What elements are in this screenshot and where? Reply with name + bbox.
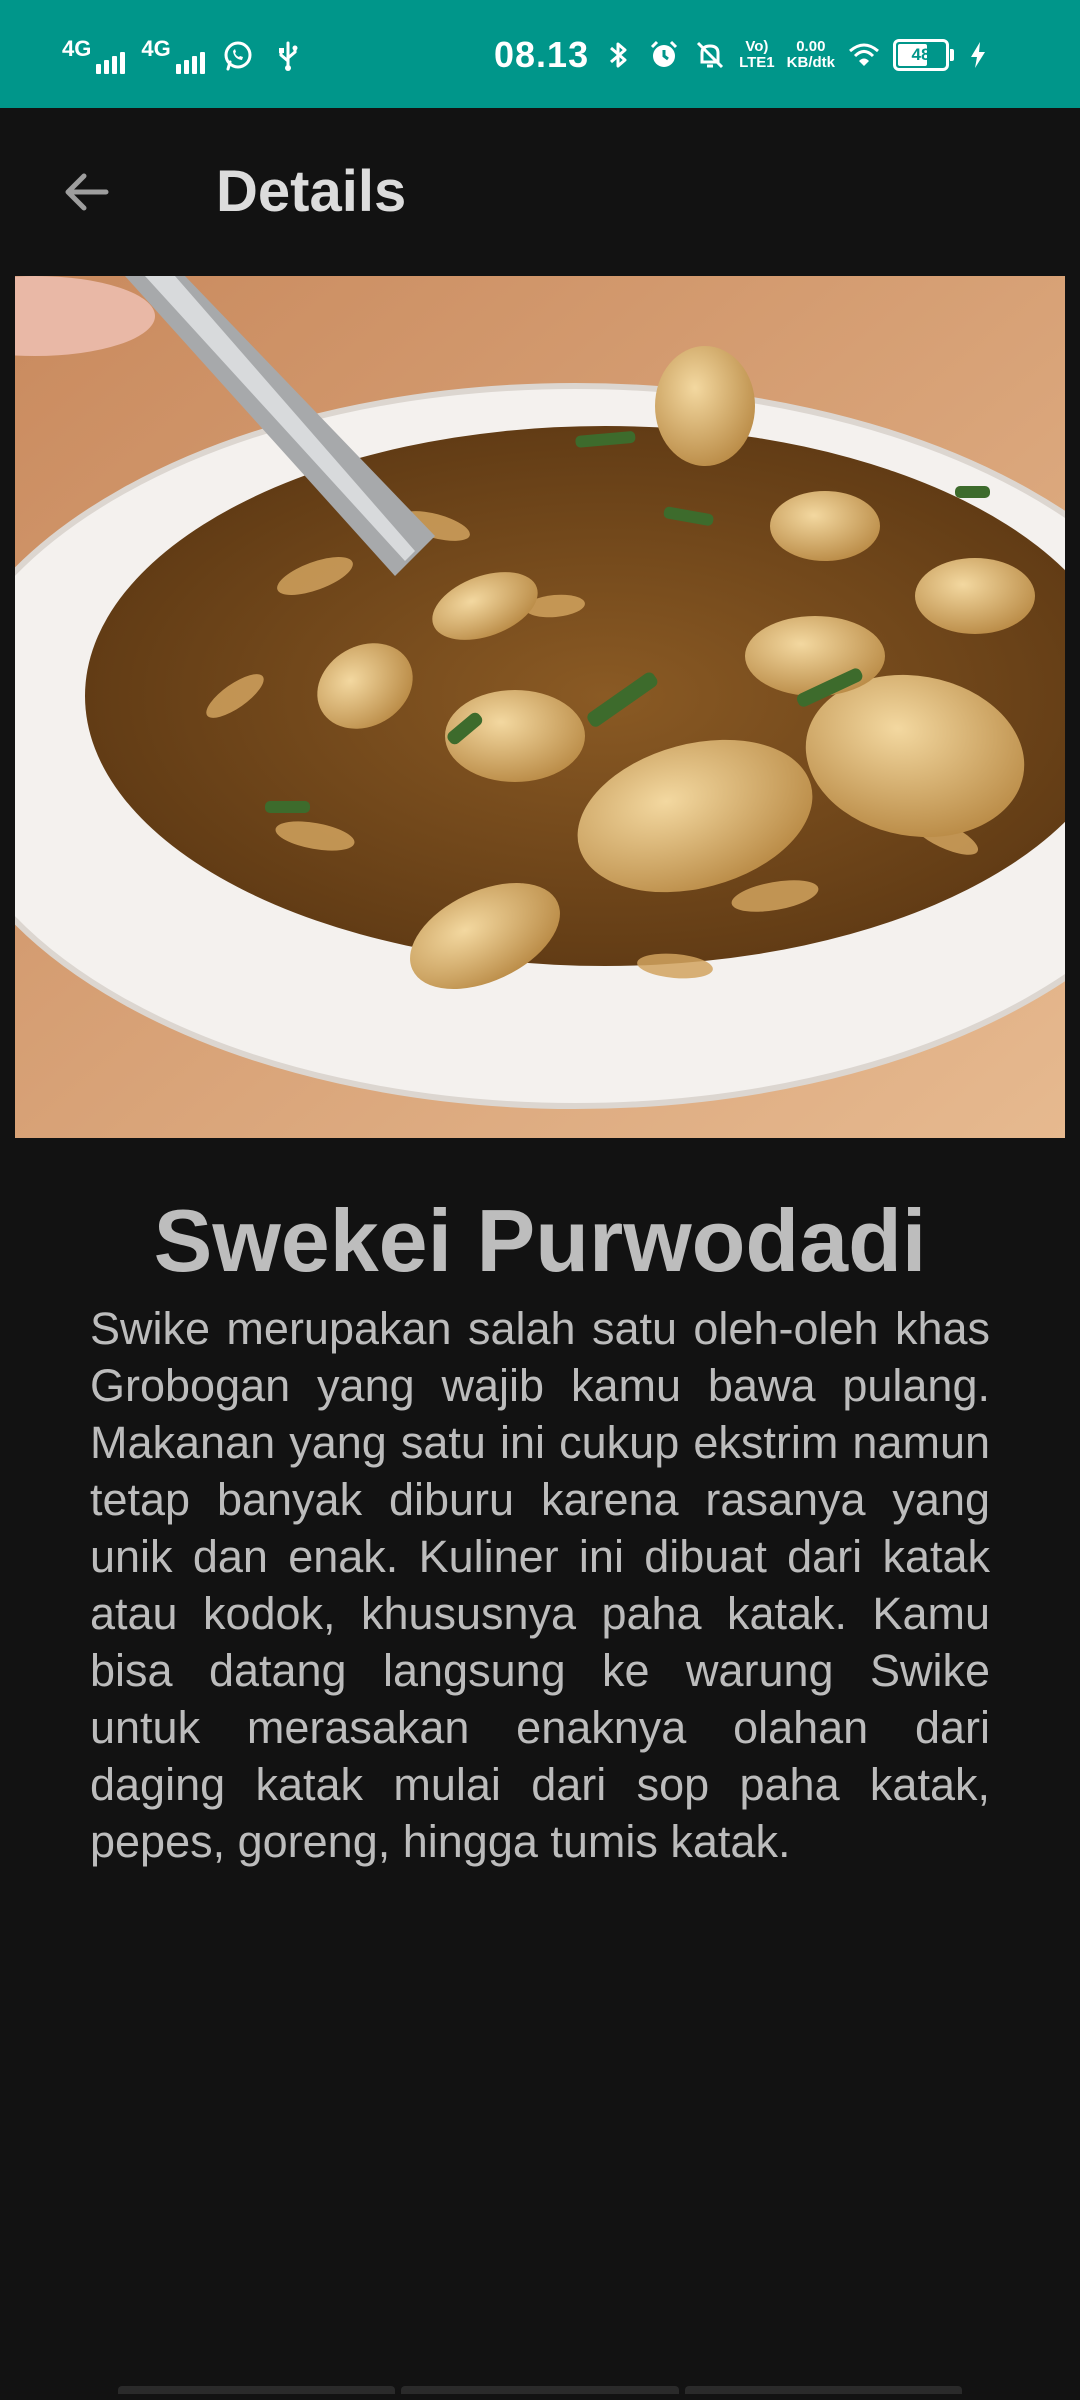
- food-description: Swike merupakan salah satu oleh-oleh kha…: [90, 1303, 990, 1867]
- arrow-back-icon: [65, 173, 109, 211]
- charging-icon: [971, 42, 985, 68]
- bluetooth-icon: [610, 42, 627, 68]
- status-right-group: 08.13 Vo) LTE1 0.00 KB/dtk 48: [494, 30, 995, 80]
- food-title: Swekei Purwodadi: [153, 1191, 927, 1290]
- mute-icon: [697, 41, 724, 69]
- volte-indicator: Vo) LTE1: [739, 38, 775, 71]
- status-bar: 4G 4G 08.13 Vo) LTE1 0.00 KB/dtk 48: [0, 0, 1080, 108]
- navigation-bar: [118, 2386, 962, 2400]
- page-title: Details: [216, 159, 407, 224]
- status-left-group: 4G 4G: [62, 36, 305, 76]
- whatsapp-icon: [224, 41, 252, 71]
- network-type: 4G: [141, 36, 171, 61]
- network-type: 4G: [62, 36, 92, 61]
- wifi-icon: [849, 43, 879, 66]
- signal-icon: 4G: [141, 36, 205, 74]
- app-bar: Details: [0, 108, 1080, 276]
- network-speed: 0.00 KB/dtk: [786, 38, 835, 71]
- usb-icon: [278, 41, 298, 71]
- signal-icon: 4G: [62, 36, 126, 74]
- alarm-icon: [651, 40, 678, 67]
- back-button[interactable]: [48, 154, 124, 230]
- battery-icon: 48: [893, 39, 954, 71]
- clock: 08.13: [494, 34, 590, 75]
- food-image: [15, 276, 1065, 1138]
- battery-level: 48: [911, 45, 931, 64]
